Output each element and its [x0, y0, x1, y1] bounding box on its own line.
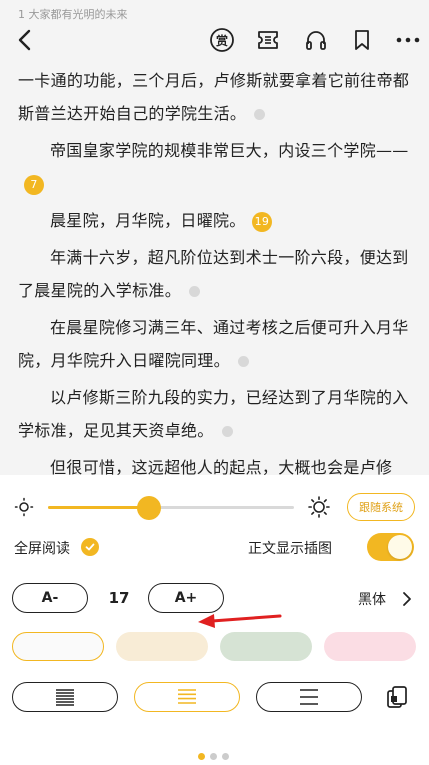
theme-swatch-cream[interactable]: [116, 632, 208, 661]
reward-icon[interactable]: 赏: [208, 26, 236, 54]
brightness-slider[interactable]: [48, 496, 294, 520]
comment-dot-icon[interactable]: [221, 426, 233, 437]
paragraph[interactable]: 一卡通的功能，三个月后，卢修斯就要拿着它前往帝都斯普兰达开始自己的学院生活。: [18, 64, 414, 130]
reading-area[interactable]: 1 大家都有光明的未来 赏 一卡通的功能，三个月后，卢修斯就要拿着它前往帝都斯普…: [0, 0, 429, 475]
paragraph-text: 帝国皇家学院的规模非常巨大，内设三个学院——: [50, 141, 409, 160]
pager-dot[interactable]: [210, 753, 217, 760]
compact-lines-icon: [56, 689, 74, 706]
font-family-value[interactable]: 黑体: [358, 589, 386, 609]
comment-count-badge[interactable]: 19: [251, 211, 273, 232]
red-arrow-annotation: [196, 603, 282, 633]
line-spacing-standard-button[interactable]: [134, 682, 240, 712]
font-decrease-button[interactable]: A-: [12, 583, 88, 613]
fullscreen-checkbox[interactable]: [81, 538, 99, 556]
brightness-high-icon: [308, 496, 330, 518]
paragraph[interactable]: 年满十六岁，超凡阶位达到术士一阶六段，便达到了晨星院的入学标准。: [18, 241, 414, 307]
pager-dot[interactable]: [222, 753, 229, 760]
reward-glyph: 赏: [215, 33, 228, 48]
toggle-knob: [388, 535, 412, 559]
standard-lines-icon: [178, 689, 196, 704]
paragraph-text: 以卢修斯三阶九段的实力，已经达到了月华院的入学标准，足见其天资卓绝。: [18, 388, 409, 440]
paragraph-text: 在晨星院修习满三年、通过考核之后便可升入月华院，月华院升入日曜院同理。: [18, 318, 409, 370]
top-toolbar: 赏: [0, 22, 429, 58]
paragraph[interactable]: 帝国皇家学院的规模非常巨大，内设三个学院—— 7: [18, 134, 414, 200]
pager-dot[interactable]: [198, 753, 205, 760]
paragraph-text: 但很可惜，这远超他人的起点，大概也会是卢修: [50, 458, 393, 475]
chevron-right-icon[interactable]: [400, 590, 414, 608]
line-spacing-loose-button[interactable]: [256, 682, 362, 712]
back-icon[interactable]: [12, 26, 40, 54]
brightness-slider-thumb[interactable]: [136, 496, 161, 520]
loose-lines-icon: [300, 689, 318, 705]
brightness-slider-fill: [48, 506, 149, 509]
page-flip-icon[interactable]: [384, 684, 410, 710]
panel-pager: [198, 753, 232, 761]
paragraph[interactable]: 以卢修斯三阶九段的实力，已经达到了月华院的入学标准，足见其天资卓绝。: [18, 381, 414, 447]
paragraph[interactable]: 晨星院，月华院，日曜院。 19: [18, 204, 414, 237]
font-size-value: 17: [108, 589, 130, 607]
line-spacing-compact-button[interactable]: [12, 682, 118, 712]
paragraph[interactable]: 在晨星院修习满三年、通过考核之后便可升入月华院，月华院升入日曜院同理。: [18, 311, 414, 377]
comment-dot-icon[interactable]: [237, 356, 249, 367]
comment-count-badge[interactable]: 7: [24, 174, 44, 195]
paragraph-text: 年满十六岁，超凡阶位达到术士一阶六段，便达到了晨星院的入学标准。: [18, 248, 409, 300]
more-icon[interactable]: [394, 26, 422, 54]
check-icon: [85, 543, 95, 551]
show-images-toggle[interactable]: [367, 533, 414, 561]
chapter-text: 一卡通的功能，三个月后，卢修斯就要拿着它前往帝都斯普兰达开始自己的学院生活。帝国…: [18, 64, 414, 475]
theme-swatch-white[interactable]: [12, 632, 104, 661]
bookmark-icon[interactable]: [348, 26, 376, 54]
fullscreen-label: 全屏阅读: [14, 541, 70, 557]
show-images-label: 正文显示插图: [248, 541, 332, 557]
theme-swatch-green[interactable]: [220, 632, 312, 661]
paragraph-text: 晨星院，月华院，日曜院。: [50, 211, 246, 230]
ticket-icon[interactable]: [254, 26, 282, 54]
brightness-low-icon: [14, 497, 34, 517]
comment-dot-icon[interactable]: [189, 286, 201, 297]
chapter-breadcrumb: 1 大家都有光明的未来: [18, 8, 128, 21]
theme-swatch-pink[interactable]: [324, 632, 416, 661]
paragraph-text: 一卡通的功能，三个月后，卢修斯就要拿着它前往帝都斯普兰达开始自己的学院生活。: [18, 71, 410, 123]
comment-dot-icon[interactable]: [254, 109, 266, 120]
paragraph[interactable]: 但很可惜，这远超他人的起点，大概也会是卢修: [18, 451, 414, 475]
headphones-icon[interactable]: [302, 26, 330, 54]
follow-system-button[interactable]: 跟随系统: [347, 493, 415, 521]
